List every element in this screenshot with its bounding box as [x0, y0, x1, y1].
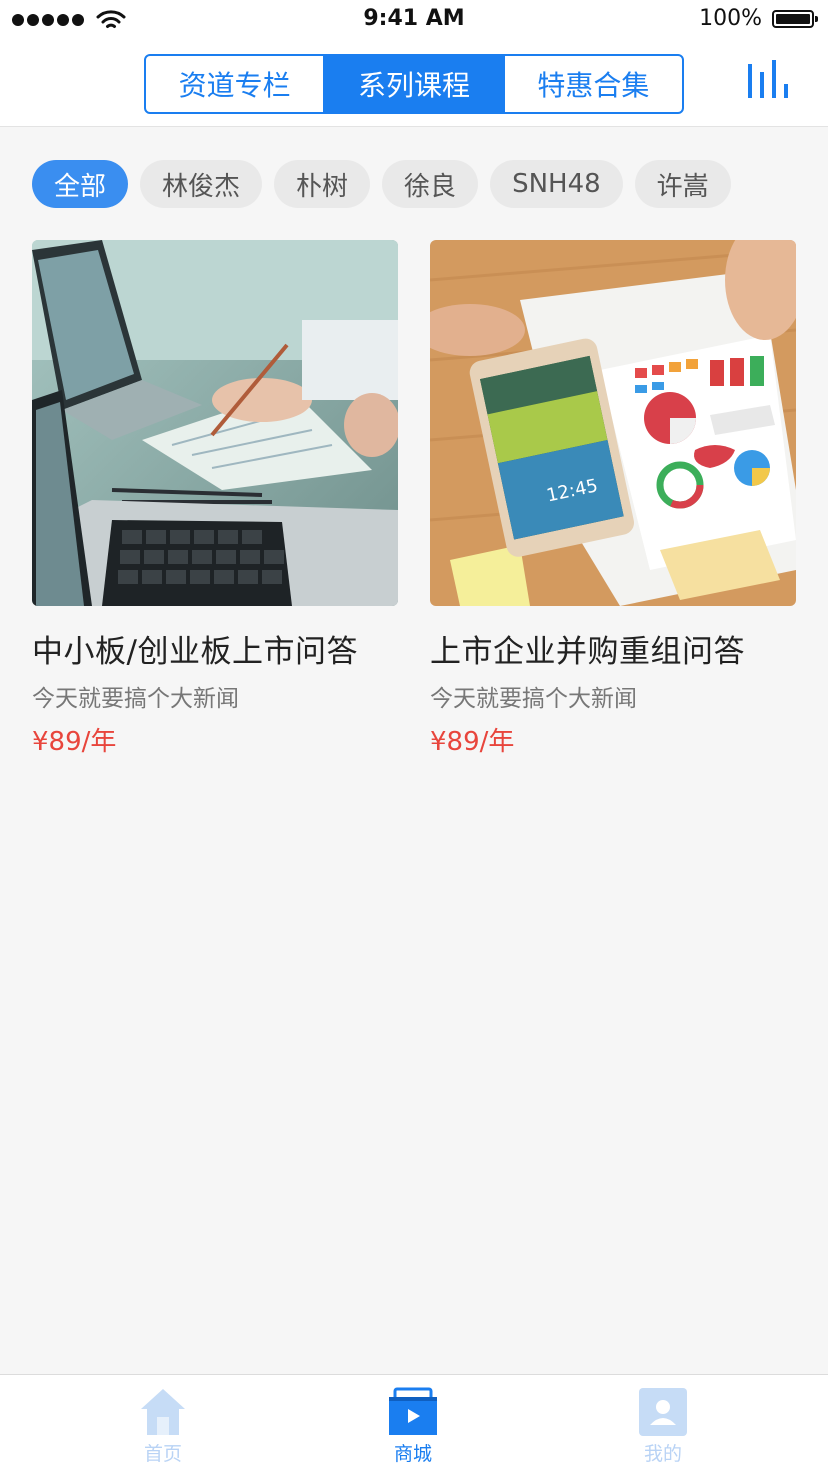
filter-chip-lin-junjie[interactable]: 林俊杰	[140, 160, 263, 208]
battery-icon	[772, 10, 818, 28]
filter-chip-pu-shu[interactable]: 朴树	[274, 160, 371, 208]
course-price: ¥89/年	[430, 727, 515, 757]
filter-chip-xu-song[interactable]: 许嵩	[634, 160, 731, 208]
home-icon	[141, 1389, 185, 1435]
filter-chips: 全部 林俊杰 朴树 徐良 SNH48 许嵩	[32, 160, 731, 208]
tab-home[interactable]: 首页	[103, 1387, 223, 1466]
tab-series-courses[interactable]: 系列课程	[325, 56, 505, 112]
tab-store-label: 商城	[393, 1443, 432, 1465]
course-price: ¥89/年	[32, 727, 117, 757]
battery-percentage: 100%	[699, 6, 762, 31]
filter-chip-snh48[interactable]: SNH48	[490, 160, 623, 208]
bar-chart-icon[interactable]	[746, 60, 790, 100]
profile-icon	[639, 1388, 687, 1436]
top-navigation: 资道专栏 系列课程 特惠合集	[0, 40, 828, 127]
filter-chip-all[interactable]: 全部	[32, 160, 129, 208]
course-thumbnail-tablet-photo[interactable]: 12:45	[430, 240, 796, 606]
course-title: 中小板/创业板上市问答	[32, 634, 358, 670]
course-card[interactable]: 12:45 上市企业并购重组问答 今天就要搞个大新闻 ¥89/年	[430, 240, 796, 758]
course-subtitle: 今天就要搞个大新闻	[430, 686, 637, 712]
tab-store[interactable]: 商城	[353, 1387, 473, 1466]
store-play-icon	[389, 1387, 437, 1435]
status-bar: 9:41 AM 100%	[0, 0, 828, 40]
segmented-control: 资道专栏 系列课程 特惠合集	[144, 54, 684, 114]
tab-profile-label: 我的	[643, 1443, 682, 1465]
course-card[interactable]: 中小板/创业板上市问答 今天就要搞个大新闻 ¥89/年	[32, 240, 398, 758]
tab-zidao-column[interactable]: 资道专栏	[146, 56, 326, 112]
tab-home-label: 首页	[143, 1443, 182, 1465]
filter-chip-xu-liang[interactable]: 徐良	[382, 160, 479, 208]
course-subtitle: 今天就要搞个大新闻	[32, 686, 239, 712]
course-thumbnail-laptop-photo[interactable]	[32, 240, 398, 606]
tab-special-offers[interactable]: 特惠合集	[505, 56, 682, 112]
tab-profile[interactable]: 我的	[603, 1387, 723, 1466]
course-title: 上市企业并购重组问答	[430, 634, 745, 670]
bottom-tab-bar: 首页 商城 我的	[0, 1374, 828, 1473]
